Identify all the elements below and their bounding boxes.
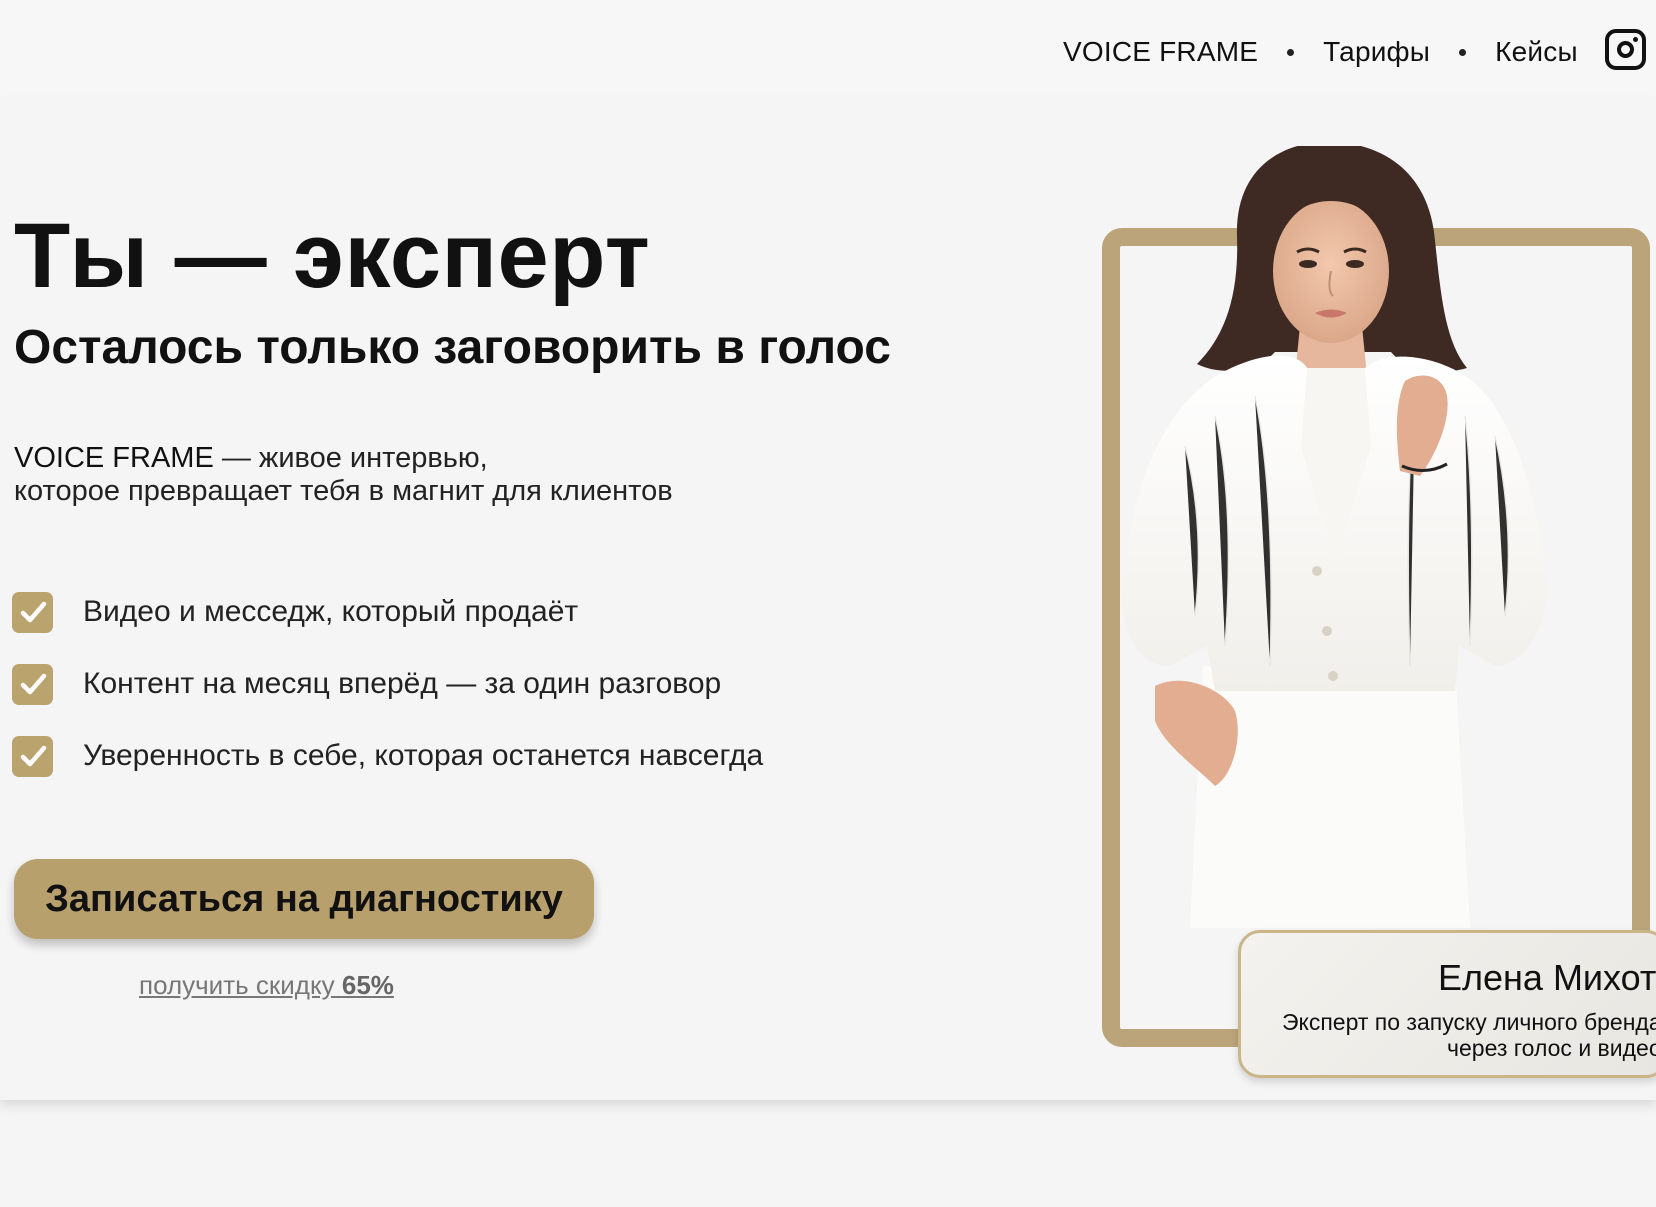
expert-role-line-2: через голос и видео: [1447, 1035, 1656, 1061]
feature-text: Видео и месседж, который продаёт: [83, 595, 579, 628]
nav-link-cases[interactable]: Кейсы: [1495, 36, 1578, 68]
instagram-icon[interactable]: [1605, 29, 1646, 70]
nav-link-voice-frame[interactable]: VOICE FRAME: [1063, 36, 1258, 68]
hero-lead: VOICE FRAME — живое интервью, которое пр…: [14, 442, 673, 508]
feature-text: Уверенность в себе, которая останется на…: [83, 739, 764, 772]
nav-separator-dot: [1287, 48, 1295, 56]
landing-page: VOICE FRAME Тарифы Кейсы Ты — эксперт Ос…: [0, 0, 1656, 1207]
discount-text: получить скидку: [139, 970, 342, 1000]
nav-link-tariffs[interactable]: Тарифы: [1323, 36, 1430, 68]
top-navigation-bar: VOICE FRAME Тарифы Кейсы: [0, 0, 1656, 98]
hero-subtitle: Осталось только заговорить в голос: [14, 321, 891, 374]
lead-brand-name: VOICE FRAME: [14, 442, 214, 474]
expert-name-card: Елена Михота Эксперт по запуску личного …: [1238, 930, 1656, 1078]
nav-separator-dot: [1459, 48, 1467, 56]
expert-role-line-1: Эксперт по запуску личного бренда: [1281, 1009, 1656, 1035]
lead-line-1: — живое интервью,: [213, 442, 488, 474]
checkmark-icon: [12, 735, 53, 777]
checkmark-icon: [12, 591, 53, 633]
list-item: Уверенность в себе, которая останется на…: [12, 735, 764, 777]
discount-link[interactable]: получить скидку 65%: [139, 970, 394, 1001]
lead-line-2: которое превращает тебя в магнит для кли…: [14, 475, 673, 507]
feature-list: Видео и месседж, который продаёт Контент…: [12, 591, 764, 808]
list-item: Контент на месяц вперёд — за один разгов…: [12, 663, 763, 705]
hero-title: Ты — эксперт: [14, 205, 651, 307]
expert-name: Елена Михота: [1438, 957, 1656, 998]
checkmark-icon: [12, 663, 53, 705]
main-nav: VOICE FRAME Тарифы Кейсы: [1063, 30, 1578, 74]
book-diagnostic-button[interactable]: Записаться на диагностику: [14, 859, 594, 939]
discount-value: 65%: [341, 970, 394, 1000]
expert-role: Эксперт по запуску личного бренда через …: [1272, 1009, 1656, 1061]
feature-text: Контент на месяц вперёд — за один разгов…: [83, 667, 722, 700]
list-item: Видео и месседж, который продаёт: [12, 591, 763, 633]
expert-portrait-image: [1122, 146, 1546, 928]
